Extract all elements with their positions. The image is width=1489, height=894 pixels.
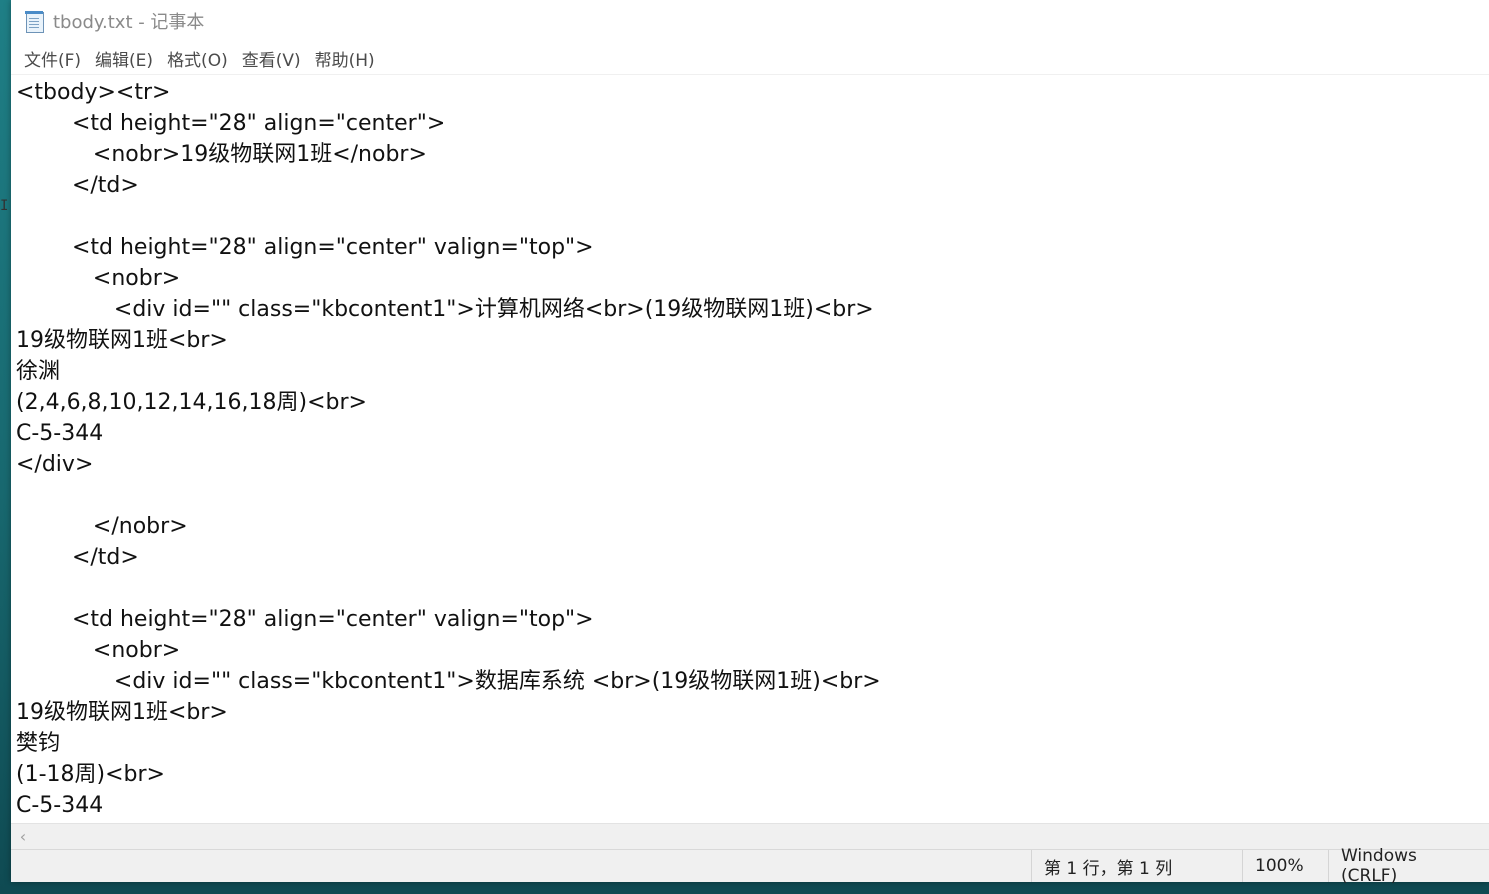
menu-view[interactable]: 查看(V) (235, 44, 308, 73)
menu-format[interactable]: 格式(O) (160, 44, 235, 73)
scroll-left-icon[interactable]: ‹ (11, 827, 35, 846)
zoom-level: 100% (1242, 850, 1328, 882)
notepad-icon (23, 10, 45, 33)
cursor-position: 第 1 行，第 1 列 (1031, 850, 1242, 882)
title-bar[interactable]: tbody.txt - 记事本 (11, 0, 1489, 42)
window-title: tbody.txt - 记事本 (53, 12, 205, 33)
notepad-window: tbody.txt - 记事本 文件(F) 编辑(E) 格式(O) 查看(V) … (11, 0, 1489, 886)
line-ending: Windows (CRLF) (1328, 846, 1489, 886)
menu-edit[interactable]: 编辑(E) (88, 44, 160, 73)
text-editor[interactable]: <tbody><tr> <td height="28" align="cente… (11, 75, 1489, 823)
status-bar: 第 1 行，第 1 列 100% Windows (CRLF) (11, 846, 1489, 886)
editor-text[interactable]: <tbody><tr> <td height="28" align="cente… (11, 75, 1489, 821)
menu-help[interactable]: 帮助(H) (308, 44, 382, 73)
ibeam-cursor-icon: I (0, 198, 9, 214)
menu-file[interactable]: 文件(F) (17, 44, 88, 73)
menu-bar: 文件(F) 编辑(E) 格式(O) 查看(V) 帮助(H) (11, 42, 1489, 75)
horizontal-scrollbar[interactable]: ‹ (11, 823, 1489, 849)
